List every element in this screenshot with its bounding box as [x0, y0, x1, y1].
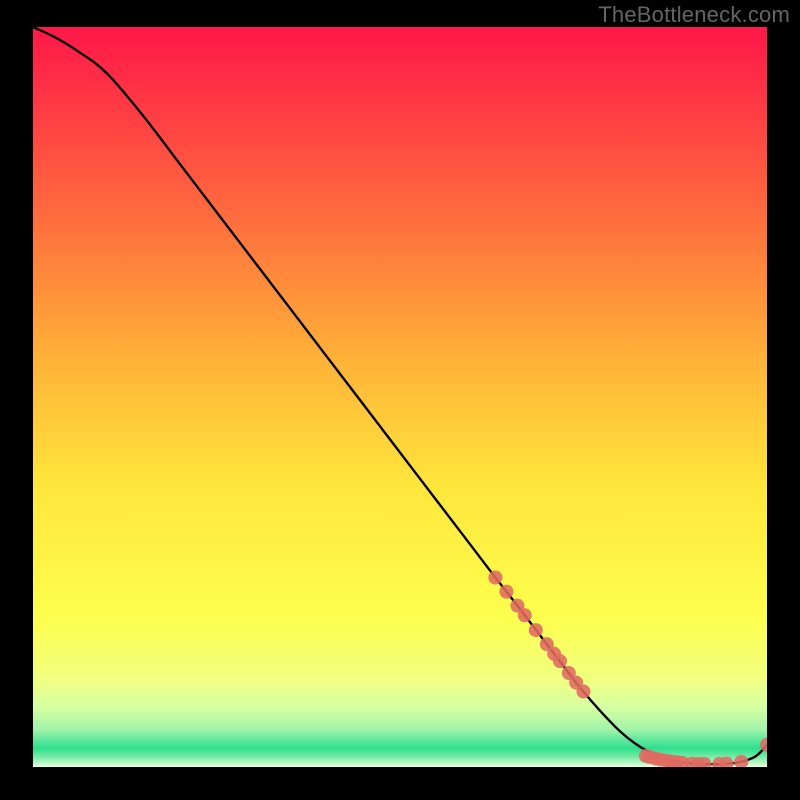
data-marker: [518, 608, 532, 622]
data-marker: [577, 685, 591, 699]
chart-stage: TheBottleneck.com: [0, 0, 800, 800]
data-marker: [499, 585, 513, 599]
data-marker: [488, 571, 502, 585]
data-marker: [529, 623, 543, 637]
plot-area: [33, 27, 767, 767]
watermark-label: TheBottleneck.com: [598, 2, 790, 28]
data-marker: [553, 654, 567, 668]
gradient-background: [33, 27, 767, 767]
chart-svg: [33, 27, 767, 767]
